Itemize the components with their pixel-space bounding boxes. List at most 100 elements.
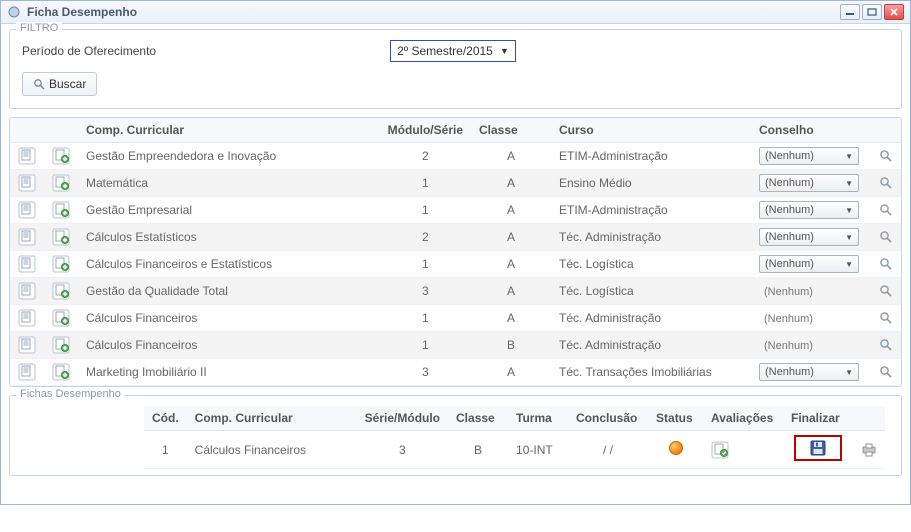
table-row: Gestão Empreendedora e Inovação2AETIM-Ad…	[10, 143, 901, 170]
cell-curso: ETIM-Administração	[551, 197, 751, 224]
conselho-static: (Nenhum)	[759, 286, 818, 298]
cell-curso: Téc. Administração	[551, 332, 751, 359]
cell-mod: 1	[380, 170, 471, 197]
magnifier-icon[interactable]	[879, 338, 893, 352]
cell-comp: Cálculos Financeiros	[78, 305, 380, 332]
file-icon[interactable]	[18, 363, 36, 381]
detail-comp: Cálculos Financeiros	[187, 431, 357, 469]
dcol-avaliacoes: Avaliações	[703, 406, 783, 431]
search-button[interactable]: Buscar	[22, 72, 97, 96]
conselho-select[interactable]: (Nenhum)	[759, 363, 859, 381]
dcol-classe: Classe	[448, 406, 508, 431]
filter-fieldset: FILTRO Período de Oferecimento 2º Semest…	[9, 29, 902, 109]
save-button[interactable]	[810, 440, 826, 456]
minimize-button[interactable]	[840, 4, 860, 20]
dcol-conclusao: Conclusão	[568, 406, 648, 431]
cell-curso: Téc. Administração	[551, 305, 751, 332]
conselho-select[interactable]: (Nenhum)	[759, 255, 859, 273]
add-file-icon[interactable]	[52, 147, 70, 165]
dcol-finalizar: Finalizar	[783, 406, 853, 431]
cell-mod: 1	[380, 332, 471, 359]
cell-classe: B	[471, 332, 551, 359]
magnifier-icon[interactable]	[879, 284, 893, 298]
cell-mod: 2	[380, 224, 471, 251]
add-file-icon[interactable]	[52, 255, 70, 273]
col-classe: Classe	[471, 118, 551, 143]
magnifier-icon[interactable]	[879, 203, 893, 217]
cell-comp: Cálculos Financeiros	[78, 332, 380, 359]
cell-comp: Gestão Empreendedora e Inovação	[78, 143, 380, 170]
cell-classe: A	[471, 305, 551, 332]
conselho-static: (Nenhum)	[759, 340, 818, 352]
magnifier-icon[interactable]	[879, 230, 893, 244]
conselho-select[interactable]: (Nenhum)	[759, 174, 859, 192]
period-label: Período de Oferecimento	[22, 44, 156, 58]
period-select[interactable]: 2º Semestre/2015	[390, 40, 516, 62]
add-file-icon[interactable]	[52, 282, 70, 300]
add-file-icon[interactable]	[52, 228, 70, 246]
cell-mod: 1	[380, 251, 471, 278]
file-icon[interactable]	[18, 336, 36, 354]
col-curso: Curso	[551, 118, 751, 143]
cell-curso: Ensino Médio	[551, 170, 751, 197]
conselho-select[interactable]: (Nenhum)	[759, 201, 859, 219]
cell-comp: Marketing Imobiliário II	[78, 359, 380, 386]
file-icon[interactable]	[18, 282, 36, 300]
file-icon[interactable]	[18, 147, 36, 165]
status-indicator-icon	[669, 441, 683, 455]
file-icon[interactable]	[18, 174, 36, 192]
cell-classe: A	[471, 251, 551, 278]
app-window: Ficha Desempenho FILTRO Período de Ofere…	[0, 0, 911, 505]
table-row: Cálculos Financeiros1ATéc. Administração…	[10, 305, 901, 332]
cell-comp: Cálculos Estatísticos	[78, 224, 380, 251]
conselho-value: (Nenhum)	[765, 258, 814, 270]
main-table-fieldset: Comp. Curricular Módulo/Série Classe Cur…	[9, 117, 902, 387]
cell-mod: 3	[380, 359, 471, 386]
file-icon[interactable]	[18, 228, 36, 246]
add-file-icon[interactable]	[52, 174, 70, 192]
cell-curso: Téc. Logística	[551, 251, 751, 278]
cell-mod: 3	[380, 278, 471, 305]
detail-fieldset: Fichas Desempenho Cód. Comp. Curricular …	[9, 395, 902, 476]
period-select-value: 2º Semestre/2015	[397, 44, 493, 58]
conselho-select[interactable]: (Nenhum)	[759, 147, 859, 165]
search-icon	[33, 78, 45, 90]
magnifier-icon[interactable]	[879, 365, 893, 379]
avaliacoes-button[interactable]	[711, 441, 775, 459]
cell-classe: A	[471, 278, 551, 305]
col-mod: Módulo/Série	[380, 118, 471, 143]
cell-curso: Téc. Transações Imobiliárias	[551, 359, 751, 386]
conselho-value: (Nenhum)	[765, 150, 814, 162]
magnifier-icon[interactable]	[879, 257, 893, 271]
cell-mod: 2	[380, 143, 471, 170]
file-icon[interactable]	[18, 309, 36, 327]
conselho-select[interactable]: (Nenhum)	[759, 228, 859, 246]
file-icon[interactable]	[18, 201, 36, 219]
file-icon[interactable]	[18, 255, 36, 273]
add-file-icon[interactable]	[52, 309, 70, 327]
window-title: Ficha Desempenho	[27, 5, 137, 19]
add-file-icon[interactable]	[52, 363, 70, 381]
maximize-button[interactable]	[862, 4, 882, 20]
detail-serie: 3	[357, 431, 448, 469]
magnifier-icon[interactable]	[879, 311, 893, 325]
magnifier-icon[interactable]	[879, 176, 893, 190]
cell-classe: A	[471, 143, 551, 170]
add-file-icon[interactable]	[52, 336, 70, 354]
cell-curso: Téc. Logística	[551, 278, 751, 305]
cell-comp: Cálculos Financeiros e Estatísticos	[78, 251, 380, 278]
table-row: Cálculos Financeiros e Estatísticos1ATéc…	[10, 251, 901, 278]
print-button[interactable]	[861, 442, 877, 458]
titlebar: Ficha Desempenho	[1, 1, 910, 24]
cell-mod: 1	[380, 197, 471, 224]
table-row: Cálculos Financeiros1BTéc. Administração…	[10, 332, 901, 359]
detail-row: 1 Cálculos Financeiros 3 B 10-INT / /	[144, 431, 885, 469]
add-file-icon[interactable]	[52, 201, 70, 219]
conselho-value: (Nenhum)	[765, 204, 814, 216]
col-comp: Comp. Curricular	[78, 118, 380, 143]
detail-classe: B	[448, 431, 508, 469]
detail-cod: 1	[144, 431, 187, 469]
magnifier-icon[interactable]	[879, 149, 893, 163]
close-button[interactable]	[884, 4, 904, 20]
conselho-value: (Nenhum)	[765, 231, 814, 243]
